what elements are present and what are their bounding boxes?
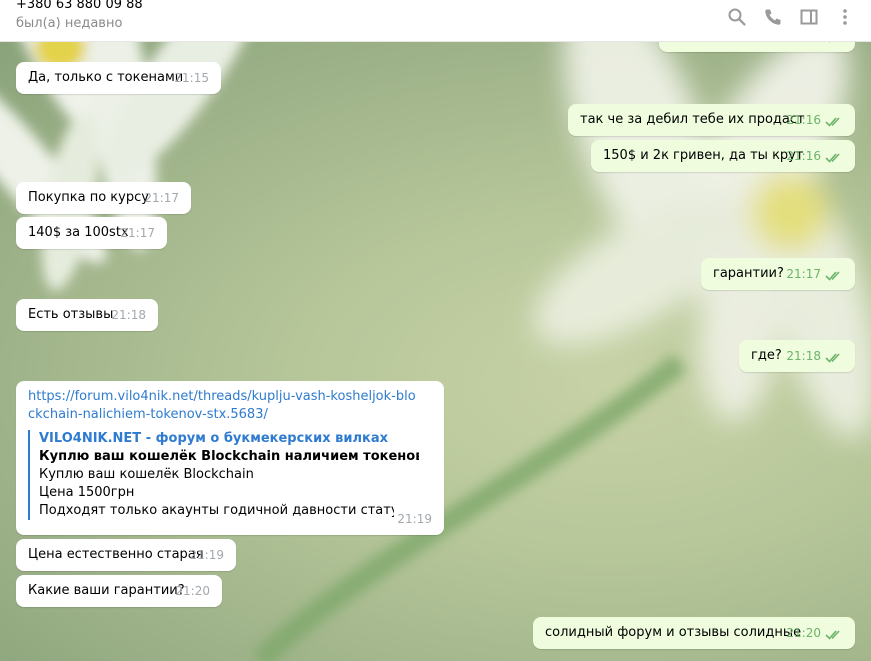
message-incoming[interactable]: Да, только с токенами 21:15 — [16, 62, 221, 94]
message-time: 21:17 — [786, 267, 821, 281]
preview-line: Подходят только акаунты годичной давност… — [39, 503, 394, 518]
preview-line: Куплю ваш кошелёк Blockchain — [39, 467, 254, 482]
preview-title: Куплю ваш кошелёк Blockchain наличием то… — [39, 449, 419, 464]
message-text: Покупка по курсу — [28, 190, 149, 205]
message-time: 21:15 — [174, 71, 209, 85]
contact-phone[interactable]: +380 63 880 09 88 — [16, 0, 143, 12]
message-incoming-link[interactable]: https://forum.vilo4nik.net/threads/kuplj… — [16, 381, 444, 535]
message-link[interactable]: https://forum.vilo4nik.net/threads/kuplj… — [28, 388, 418, 424]
message-text: где? — [751, 348, 782, 363]
message-text: 150$ и 2к гривен, да ты крут — [603, 148, 804, 163]
message-text: Да, только с токенами — [28, 70, 184, 85]
search-icon[interactable] — [725, 6, 749, 28]
message-outgoing[interactable]: гарантии? 21:17 — [701, 258, 855, 290]
message-time: 21:20 — [175, 584, 210, 598]
message-incoming[interactable]: Есть отзывы 21:18 — [16, 299, 158, 331]
read-check-icon — [825, 153, 840, 163]
message-time: 21:16 — [786, 149, 821, 163]
message-outgoing[interactable]: где? 21:18 — [739, 340, 855, 372]
contact-status: был(а) недавно — [16, 16, 123, 31]
sidebar-toggle-icon[interactable] — [797, 6, 821, 28]
message-text: солидный форум и отзывы солидные — [545, 625, 802, 640]
preview-line: Цена 1500грн — [39, 485, 135, 500]
message-time: 21:18 — [786, 349, 821, 363]
message-incoming[interactable]: Цена естественно старая 21:19 — [16, 539, 236, 571]
message-time: 21:17 — [120, 226, 155, 240]
message-text: Есть отзывы — [28, 307, 114, 322]
message-incoming[interactable]: Покупка по курсу 21:17 — [16, 182, 191, 214]
header-actions — [725, 6, 857, 28]
link-preview[interactable]: VILO4NIK.NET - форум о букмекерских вилк… — [28, 430, 419, 520]
message-time: 21:20 — [786, 626, 821, 640]
read-check-icon — [825, 271, 840, 281]
message-time: 21:19 — [397, 512, 432, 526]
message-time: 21:19 — [189, 548, 224, 562]
message-time: 21:16 — [786, 113, 821, 127]
message-text: Цена естественно старая — [28, 547, 204, 562]
read-check-icon — [825, 630, 840, 640]
message-text: так че за дебил тебе их продаст — [580, 112, 805, 127]
message-outgoing[interactable]: солидный форум и отзывы солидные 21:20 — [533, 617, 855, 649]
more-vertical-icon[interactable] — [833, 6, 857, 28]
preview-site-name: VILO4NIK.NET - форум о букмекерских вилк… — [39, 431, 388, 446]
chat-header: +380 63 880 09 88 был(а) недавно — [0, 0, 871, 42]
message-text: Какие ваши гарантии? — [28, 583, 185, 598]
message-text: 140$ за 100stx — [28, 225, 129, 240]
message-outgoing[interactable]: так че за дебил тебе их продаст 21:16 — [568, 104, 855, 136]
read-check-icon — [825, 117, 840, 127]
message-time: 21:18 — [111, 308, 146, 322]
phone-icon[interactable] — [761, 6, 785, 28]
message-incoming[interactable]: 140$ за 100stx 21:17 — [16, 217, 167, 249]
message-text: гарантии? — [713, 266, 784, 281]
message-outgoing[interactable]: 150$ и 2к гривен, да ты крут 21:16 — [591, 140, 855, 172]
message-incoming[interactable]: Какие ваши гарантии? 21:20 — [16, 575, 222, 607]
message-time: 21:17 — [144, 191, 179, 205]
read-check-icon — [825, 353, 840, 363]
